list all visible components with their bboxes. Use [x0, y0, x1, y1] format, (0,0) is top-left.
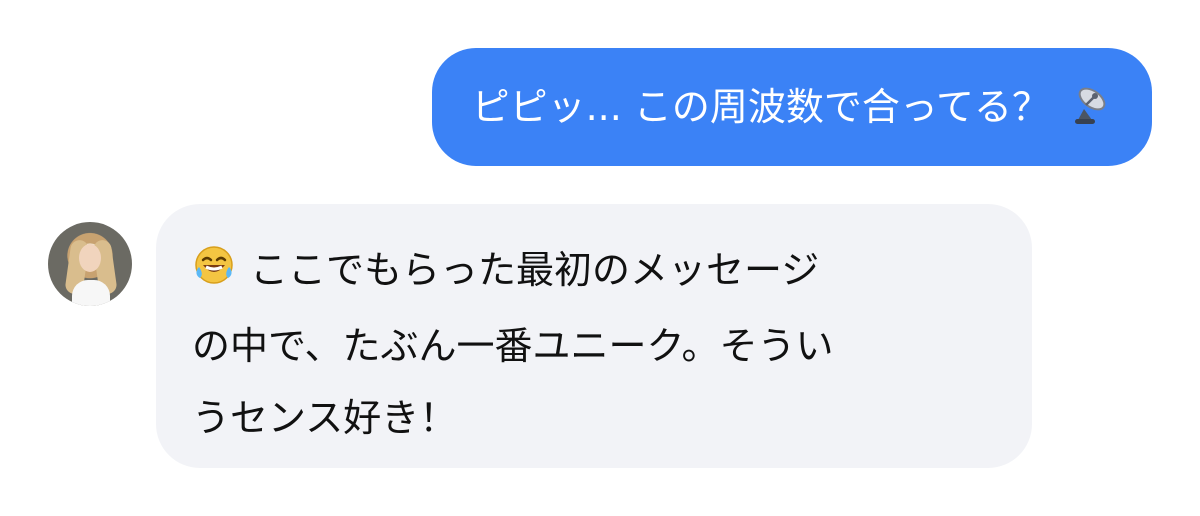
- incoming-message-text-line-2: の中で、たぶん一番ユニーク。そうい: [192, 324, 834, 368]
- laughing-tears-icon: [192, 238, 236, 310]
- avatar: [48, 222, 132, 306]
- incoming-message-text-line-1: ここでもらった最初のメッセージ: [250, 248, 820, 292]
- incoming-message-row: ここでもらった最初のメッセージ の中で、たぶん一番ユニーク。そうい うセンス好き…: [48, 204, 1032, 468]
- incoming-message-text-line-3: うセンス好き！: [192, 396, 458, 440]
- outgoing-message-bubble[interactable]: ピピッ... この周波数で合ってる？: [431, 48, 1152, 166]
- satellite-dish-icon: [1068, 85, 1112, 129]
- avatar-shirt: [72, 280, 110, 306]
- outgoing-message-row: ピピッ... この周波数で合ってる？: [431, 48, 1152, 166]
- chat-thread: ピピッ... この周波数で合ってる？ ここでもらった最初のメッセージ の中で、た…: [0, 0, 1200, 516]
- outgoing-message-text: ピピッ... この周波数で合ってる？: [471, 85, 1050, 129]
- incoming-message-bubble[interactable]: ここでもらった最初のメッセージ の中で、たぶん一番ユニーク。そうい うセンス好き…: [156, 204, 1032, 468]
- incoming-message-line-1: ここでもらった最初のメッセージ: [192, 234, 996, 310]
- avatar-face: [79, 244, 101, 272]
